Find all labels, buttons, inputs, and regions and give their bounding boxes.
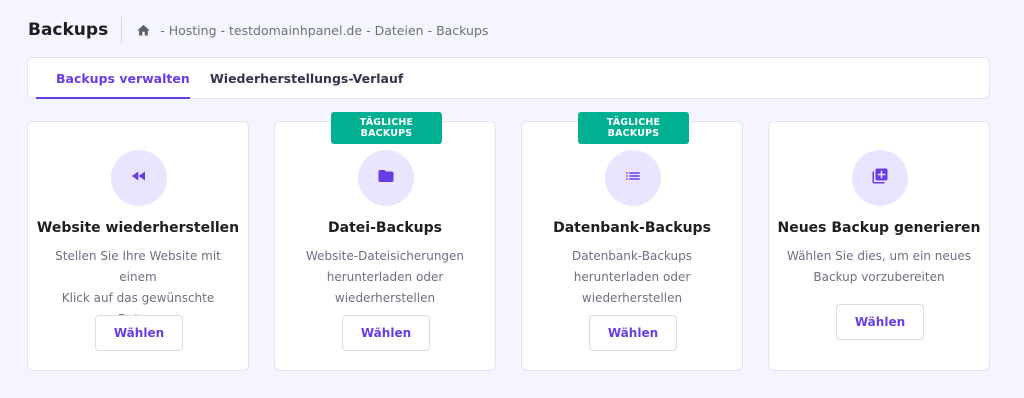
tab-backups-verwalten[interactable]: Backups verwalten	[56, 58, 190, 99]
breadcrumb-backups: Backups	[436, 22, 489, 38]
card-title: Neues Backup generieren	[777, 220, 981, 236]
folder-icon	[377, 167, 395, 189]
card-neues-backup: Neues Backup generieren Wählen Sie dies,…	[768, 121, 990, 371]
library-add-icon	[871, 167, 889, 189]
icon-circle	[605, 150, 661, 206]
header-divider	[121, 17, 123, 43]
page-header: Backups - Hosting - testdomainhpanel.de …	[28, 17, 488, 43]
list-icon	[624, 167, 642, 189]
breadcrumb-dateien[interactable]: Dateien	[375, 23, 424, 38]
choose-button[interactable]: Wählen	[836, 304, 924, 340]
tabs-bar: Backups verwalten Wiederherstellungs-Ver…	[27, 57, 990, 99]
card-title: Datenbank-Backups	[553, 220, 711, 236]
icon-circle	[358, 150, 414, 206]
page-title: Backups	[28, 20, 109, 40]
daily-backups-badge: TÄGLICHE BACKUPS	[331, 112, 442, 144]
icon-circle	[852, 150, 908, 206]
card-title: Website wiederherstellen	[36, 220, 240, 236]
breadcrumb-hosting[interactable]: Hosting	[169, 23, 217, 38]
active-tab-indicator	[36, 97, 190, 99]
choose-button[interactable]: Wählen	[342, 315, 430, 351]
card-datenbank-backups: TÄGLICHE BACKUPS Datenbank-Backups Datenb…	[521, 112, 743, 371]
daily-backups-badge: TÄGLICHE BACKUPS	[578, 112, 689, 144]
breadcrumb: - Hosting - testdomainhpanel.de - Dateie…	[136, 23, 488, 38]
icon-circle	[111, 150, 167, 206]
card-website-wiederherstellen: Website wiederherstellen Stellen Sie Ihr…	[27, 121, 249, 371]
choose-button[interactable]: Wählen	[95, 315, 183, 351]
card-description: Website-Dateisicherungen herunterladen od…	[305, 249, 465, 305]
tab-wiederherstellungs-verlauf[interactable]: Wiederherstellungs-Verlauf	[210, 58, 403, 99]
choose-button[interactable]: Wählen	[589, 315, 677, 351]
card-title: Datei-Backups	[328, 220, 442, 236]
breadcrumb-domain[interactable]: testdomainhpanel.de	[229, 23, 362, 38]
card-datei-backups: TÄGLICHE BACKUPS Datei-Backups Website-Da…	[274, 112, 496, 371]
card-description: Wählen Sie dies, um ein neues Backup vorz…	[786, 249, 972, 284]
home-icon[interactable]	[136, 23, 151, 38]
card-description: Datenbank-Backups herunterladen oder wiede…	[572, 249, 692, 305]
rewind-icon	[130, 167, 148, 189]
